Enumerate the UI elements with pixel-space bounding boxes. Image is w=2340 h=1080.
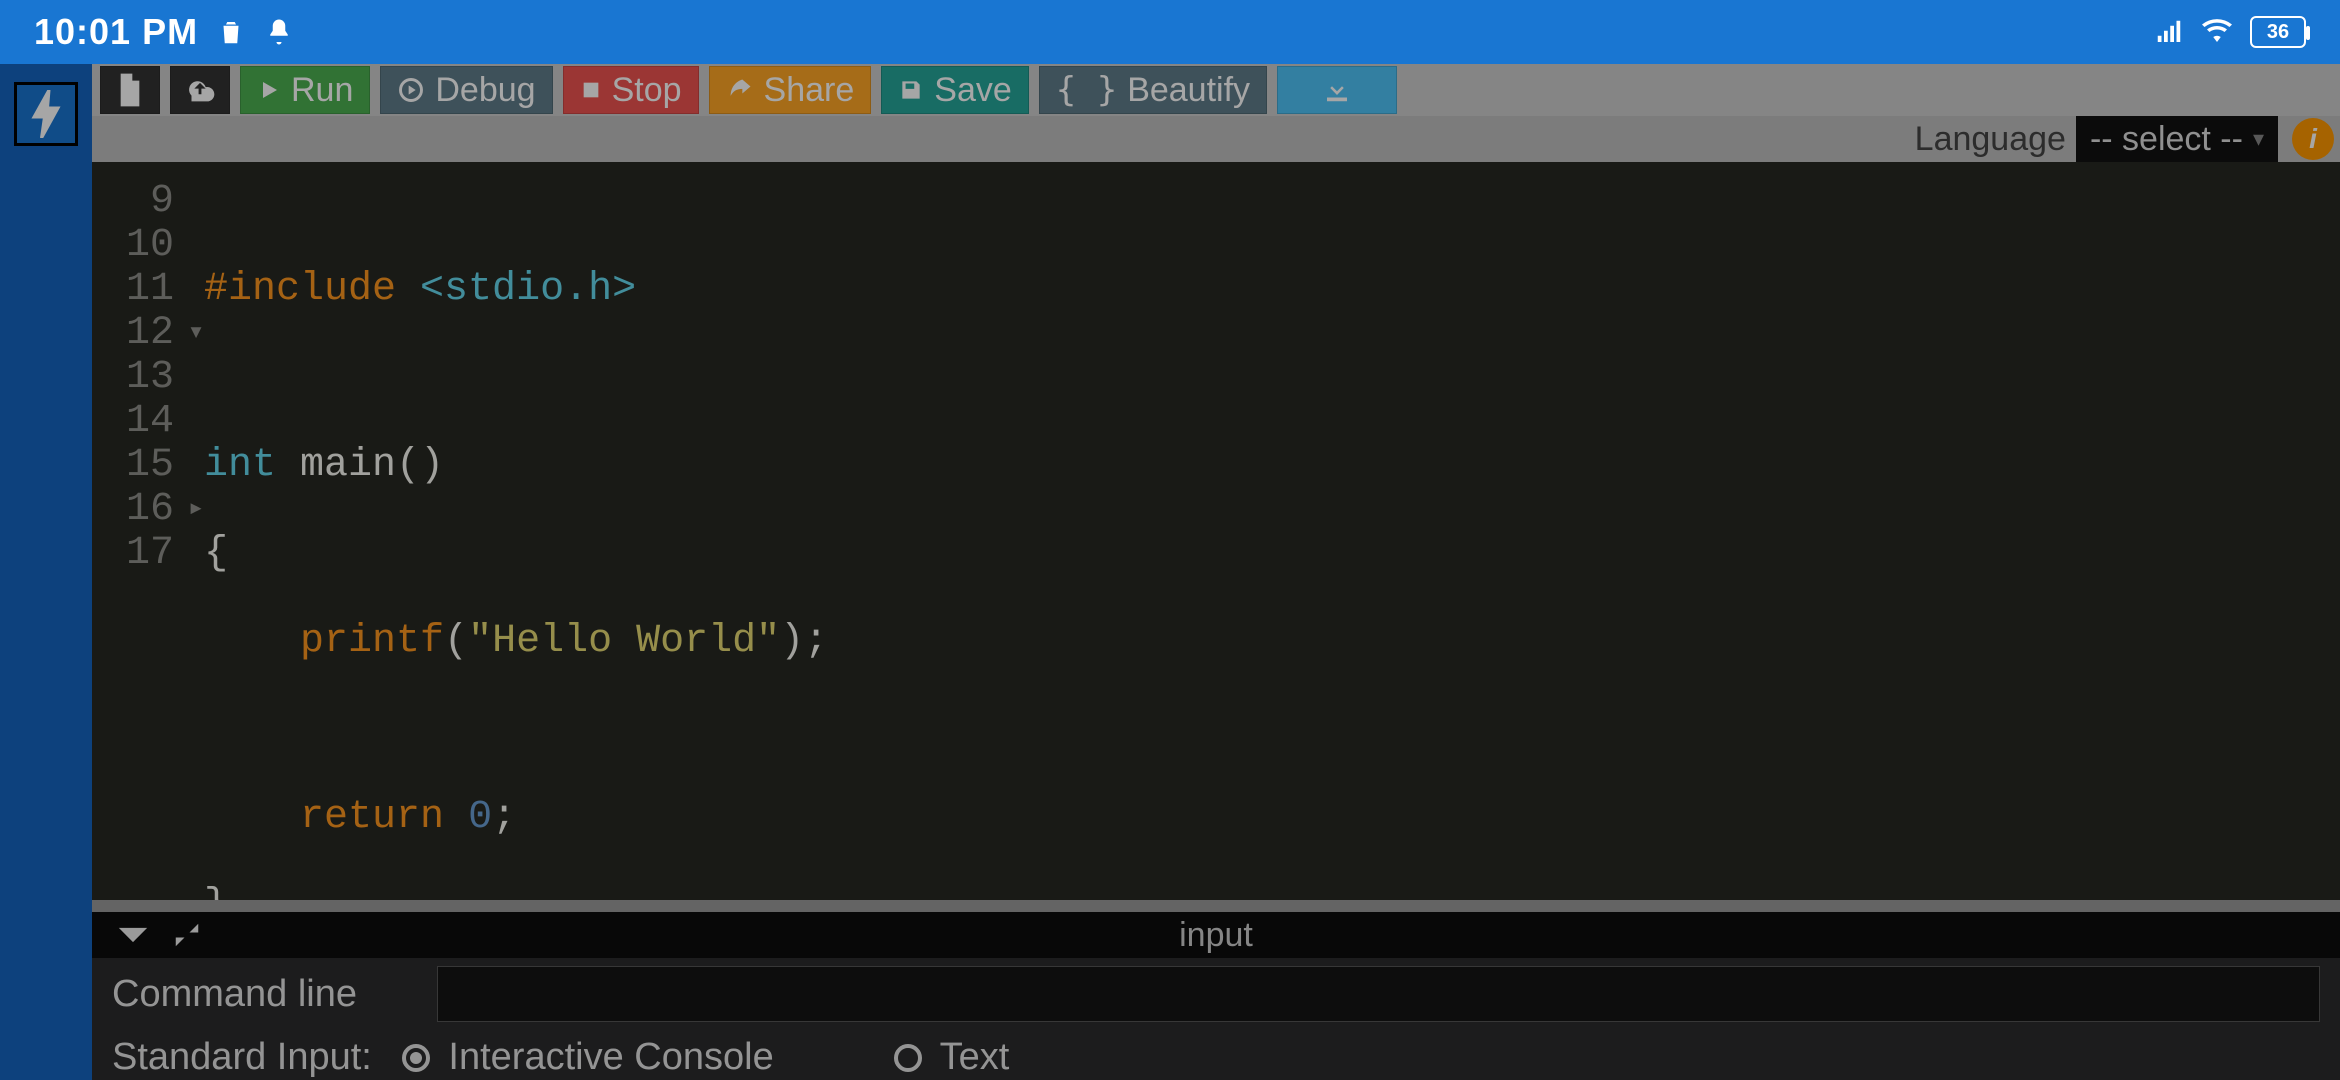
download-icon bbox=[1322, 75, 1352, 105]
play-icon bbox=[257, 76, 281, 104]
trash-icon bbox=[216, 17, 246, 47]
toolbar: Run Debug Stop Share bbox=[92, 64, 2340, 116]
fold-marker-close: ▸ bbox=[188, 488, 204, 532]
input-panel-title: input bbox=[1179, 916, 1253, 955]
language-selected: -- select -- bbox=[2090, 120, 2243, 159]
fold-column: ▾ ▸ bbox=[188, 162, 204, 900]
info-button[interactable]: i bbox=[2292, 118, 2334, 160]
debug-label: Debug bbox=[435, 71, 535, 110]
download-button[interactable] bbox=[1277, 66, 1397, 114]
stdin-label: Standard Input: bbox=[112, 1036, 372, 1079]
input-panel-header: input bbox=[92, 912, 2340, 958]
stdin-option-interactive[interactable]: Interactive Console bbox=[402, 1036, 774, 1079]
run-label: Run bbox=[291, 71, 353, 110]
collapse-panel-button[interactable] bbox=[116, 924, 150, 946]
stop-label: Stop bbox=[612, 71, 682, 110]
stdin-option1-label: Interactive Console bbox=[448, 1036, 773, 1078]
braces-icon: { } bbox=[1056, 70, 1117, 110]
share-label: Share bbox=[764, 71, 855, 110]
debug-icon bbox=[397, 76, 425, 104]
line-number: 15 bbox=[110, 444, 174, 488]
status-bar: 10:01 PM 36 bbox=[0, 0, 2340, 64]
upload-button[interactable] bbox=[170, 66, 230, 114]
language-select[interactable]: -- select -- ▾ bbox=[2076, 116, 2278, 163]
beautify-button[interactable]: { } Beautify bbox=[1039, 66, 1267, 114]
command-line-label: Command line bbox=[112, 973, 357, 1016]
share-button[interactable]: Share bbox=[709, 66, 872, 114]
info-icon: i bbox=[2309, 123, 2317, 155]
line-number: 10 bbox=[110, 224, 174, 268]
stop-icon bbox=[580, 79, 602, 101]
chevron-down-icon: ▾ bbox=[2253, 126, 2264, 152]
line-number: 12 bbox=[110, 312, 174, 356]
upload-icon bbox=[183, 75, 217, 105]
language-row: Language -- select -- ▾ i bbox=[92, 116, 2340, 162]
code-editor[interactable]: 9 10 11 12 13 14 15 16 17 ▾ ▸ bbox=[92, 162, 2340, 900]
line-number: 11 bbox=[110, 268, 174, 312]
stdin-option-text[interactable]: Text bbox=[894, 1036, 1010, 1079]
fold-marker[interactable]: ▾ bbox=[188, 312, 204, 356]
new-file-button[interactable] bbox=[100, 66, 160, 114]
command-line-input[interactable] bbox=[437, 966, 2320, 1022]
share-icon bbox=[726, 76, 754, 104]
new-file-icon bbox=[116, 73, 144, 107]
stdin-row: Standard Input: Interactive Console Text bbox=[92, 1030, 2340, 1080]
left-rail bbox=[0, 64, 92, 1080]
run-button[interactable]: Run bbox=[240, 66, 370, 114]
beautify-label: Beautify bbox=[1127, 71, 1250, 110]
signal-icon bbox=[2154, 17, 2184, 47]
language-label: Language bbox=[1915, 120, 2066, 159]
radio-icon bbox=[402, 1044, 430, 1072]
line-number: 16 bbox=[110, 488, 174, 532]
app-logo-button[interactable] bbox=[14, 82, 78, 146]
line-number: 14 bbox=[110, 400, 174, 444]
save-label: Save bbox=[934, 71, 1012, 110]
debug-button[interactable]: Debug bbox=[380, 66, 552, 114]
stdin-option2-label: Text bbox=[940, 1036, 1010, 1078]
bell-icon bbox=[264, 17, 294, 47]
line-number: 13 bbox=[110, 356, 174, 400]
stop-button[interactable]: Stop bbox=[563, 66, 699, 114]
wifi-icon bbox=[2202, 17, 2232, 47]
line-number: 17 bbox=[110, 532, 174, 576]
battery-indicator: 36 bbox=[2250, 16, 2306, 48]
save-icon bbox=[898, 77, 924, 103]
lightning-icon bbox=[28, 90, 64, 138]
command-line-row: Command line bbox=[92, 958, 2340, 1030]
line-gutter: 9 10 11 12 13 14 15 16 17 bbox=[92, 162, 188, 900]
line-number: 9 bbox=[110, 180, 174, 224]
expand-panel-button[interactable] bbox=[172, 920, 202, 950]
horizontal-splitter[interactable] bbox=[92, 900, 2340, 912]
radio-icon bbox=[894, 1044, 922, 1072]
code-content[interactable]: #include <stdio.h> int main() { printf("… bbox=[204, 162, 2340, 900]
status-time: 10:01 PM bbox=[34, 11, 198, 53]
save-button[interactable]: Save bbox=[881, 66, 1029, 114]
